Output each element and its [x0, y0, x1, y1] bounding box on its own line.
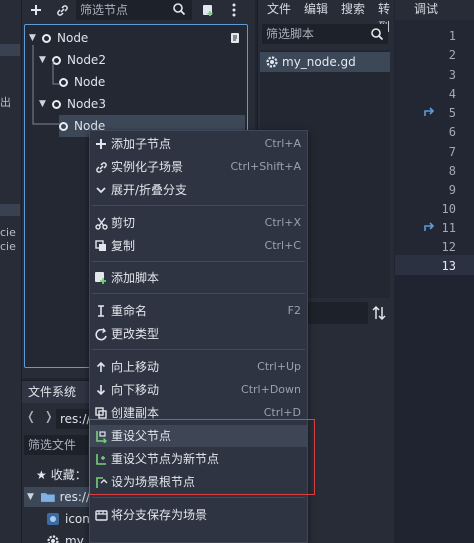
- script-file-label: my_node.gd: [282, 55, 356, 69]
- fs-favorites-label: 收藏：: [50, 468, 87, 482]
- search-icon[interactable]: [172, 2, 186, 16]
- menu-item-cut[interactable]: 剪切 Ctrl+X: [90, 212, 307, 234]
- more-vertical-icon: [232, 3, 236, 17]
- line-number: 2: [448, 48, 456, 62]
- menu-separator: [92, 205, 305, 206]
- gear-icon: [47, 535, 59, 543]
- fs-filter-input[interactable]: 筛选文件: [24, 435, 88, 455]
- menu-separator: [92, 349, 305, 350]
- fs-root-label: res://: [59, 490, 90, 504]
- strip-text-2: cie: [0, 226, 16, 239]
- tree-row-label: Node: [74, 75, 106, 89]
- override-arrow-icon[interactable]: [423, 221, 437, 233]
- line-number: 1: [448, 29, 456, 43]
- fs-root-row[interactable]: ▼ res://: [24, 487, 90, 507]
- menu-item-save-branch[interactable]: 将分支保存为场景: [90, 504, 307, 526]
- line-number: 12: [441, 240, 456, 254]
- menu-item-add-child[interactable]: 添加子节点 Ctrl+A: [90, 133, 307, 155]
- menu-file[interactable]: 文件: [267, 0, 291, 20]
- arrow-down-icon: [94, 383, 108, 397]
- scissors-icon: [94, 216, 108, 230]
- fs-file-row[interactable]: icon: [46, 509, 90, 529]
- duplicate-icon: [94, 406, 108, 420]
- gear-icon: [266, 56, 278, 68]
- menu-item-instance-scene[interactable]: 实例化子场景 Ctrl+Shift+A: [90, 156, 307, 178]
- tree-row-node2[interactable]: ▼ Node2: [39, 49, 245, 71]
- tree-row-node2-child[interactable]: Node: [59, 71, 245, 93]
- instance-scene-button[interactable]: [50, 0, 74, 20]
- tab-filesystem[interactable]: 文件系统: [22, 381, 90, 403]
- chevron-down-icon: [94, 183, 108, 197]
- script-list-item[interactable]: my_node.gd: [260, 52, 390, 72]
- tree-row-node3[interactable]: ▼ Node3: [39, 93, 245, 115]
- line-number: 3: [448, 68, 456, 82]
- add-node-button[interactable]: [24, 0, 48, 20]
- strip-marker: [0, 204, 20, 216]
- plus-icon: [94, 137, 108, 151]
- line-number: 9: [448, 183, 456, 197]
- change-type-icon: [94, 327, 108, 341]
- code-editor[interactable]: 调试 1 2 3 4 5 6 7 8 9 10 11 12 13: [395, 0, 474, 543]
- menu-separator: [92, 261, 305, 262]
- arrow-up-icon: [94, 360, 108, 374]
- menu-item-rename[interactable]: 重命名 F2: [90, 300, 307, 322]
- line-number: 6: [448, 125, 456, 139]
- menu-goto[interactable]: 转到: [378, 0, 394, 34]
- menu-item-expand-collapse[interactable]: 展开/折叠分支: [90, 179, 307, 201]
- menu-debug[interactable]: 调试: [414, 0, 438, 20]
- tree-row-label: Node2: [67, 53, 106, 67]
- folder-icon: [40, 493, 55, 502]
- save-branch-icon: [94, 508, 108, 522]
- add-script-icon: [94, 271, 108, 285]
- strip-text-3: cie: [0, 240, 16, 253]
- link-icon: [56, 4, 68, 16]
- left-panel-strip: 出 cie cie: [0, 0, 22, 543]
- strip-text-1: 出: [0, 96, 11, 109]
- strip-marker: [0, 44, 20, 56]
- script-add-icon: [203, 5, 213, 16]
- annotation-highlight-box: [89, 419, 315, 495]
- search-icon[interactable]: [370, 27, 384, 41]
- menu-search[interactable]: 搜索: [341, 0, 365, 20]
- fs-file-row[interactable]: my: [46, 531, 84, 543]
- scene-more-button[interactable]: [222, 0, 246, 20]
- menu-item-move-down[interactable]: 向下移动 Ctrl+Down: [90, 379, 307, 401]
- menu-separator: [92, 293, 305, 294]
- menu-separator: [92, 497, 305, 498]
- fs-favorites-row[interactable]: ★ 收藏：: [36, 465, 87, 485]
- menu-item-copy[interactable]: 复制 Ctrl+C: [90, 235, 307, 257]
- tree-row-label: Node3: [67, 97, 106, 111]
- sort-icon[interactable]: [372, 305, 386, 321]
- link-icon: [94, 160, 108, 174]
- script-icon[interactable]: [229, 32, 241, 44]
- override-arrow-icon[interactable]: [423, 106, 437, 118]
- line-number: 7: [448, 145, 456, 159]
- line-number: 8: [448, 164, 456, 178]
- menu-item-change-type[interactable]: 更改类型: [90, 323, 307, 345]
- fs-nav-arrows[interactable]: ❬ ❭: [26, 409, 54, 423]
- line-number: 10: [441, 202, 456, 216]
- line-number-current: 13: [441, 259, 456, 273]
- menu-edit[interactable]: 编辑: [304, 0, 328, 20]
- fs-file-label: my: [65, 534, 84, 543]
- image-file-icon: [47, 513, 59, 525]
- rename-icon: [94, 304, 108, 318]
- star-icon: ★: [36, 468, 47, 482]
- fs-file-label: icon: [65, 512, 90, 526]
- line-number: 4: [448, 87, 456, 101]
- menu-item-move-up[interactable]: 向上移动 Ctrl+Up: [90, 356, 307, 378]
- menu-item-add-script[interactable]: 添加脚本: [90, 267, 307, 289]
- editor-menu-bar: 调试: [395, 0, 474, 20]
- chevron-down-icon[interactable]: ▼: [27, 487, 37, 507]
- plus-icon: [31, 5, 41, 15]
- tree-guides: [32, 45, 59, 125]
- copy-icon: [94, 239, 108, 253]
- attach-script-button[interactable]: [196, 0, 220, 20]
